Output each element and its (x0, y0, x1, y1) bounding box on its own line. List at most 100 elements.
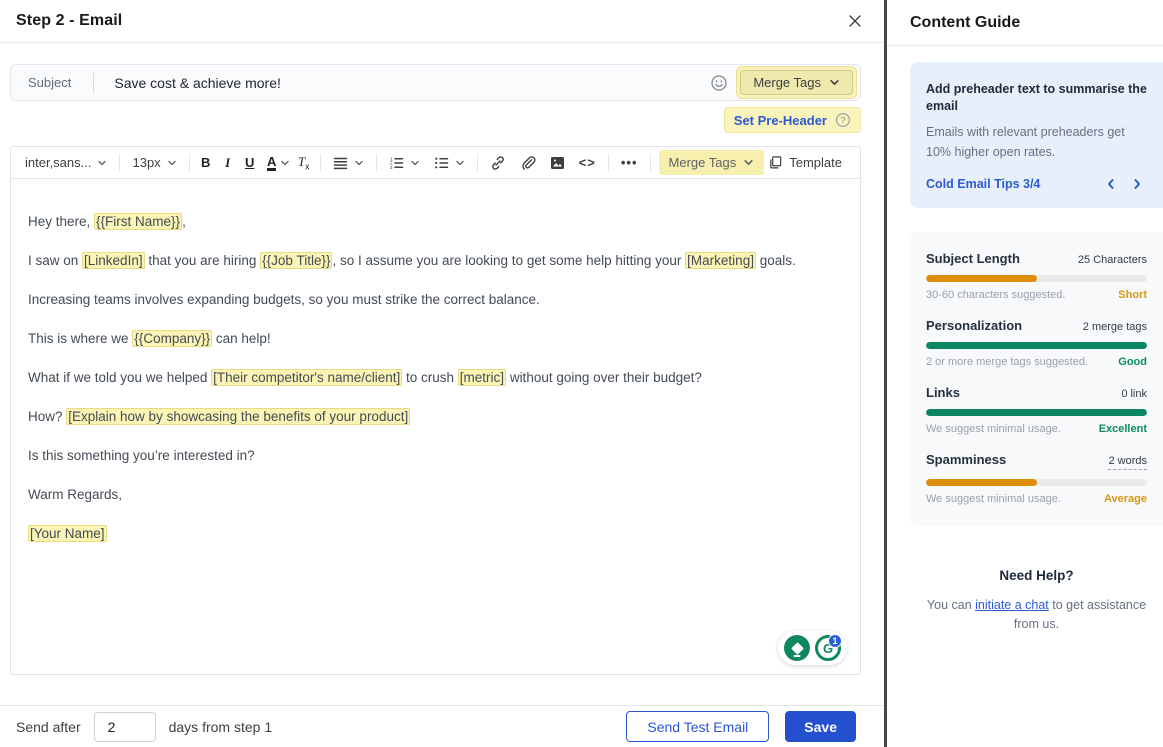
underline-icon[interactable]: U (242, 155, 258, 170)
font-size-select[interactable]: 13px (128, 152, 180, 173)
text-segment: goals. (756, 253, 796, 268)
merge-tag-highlight[interactable]: {{First Name}} (94, 213, 182, 230)
clear-formatting-icon[interactable]: Tx (296, 154, 312, 172)
metric-progress-fill (926, 342, 1147, 349)
merge-tag-highlight[interactable]: [LinkedIn] (82, 252, 145, 269)
help-icon[interactable]: ? (835, 112, 851, 128)
link-icon (490, 155, 506, 171)
send-after-label: Send after (16, 719, 81, 735)
template-button[interactable]: Template (768, 155, 842, 170)
align-icon (333, 156, 348, 170)
insert-link-button[interactable] (486, 152, 510, 174)
text-segment: , (182, 214, 186, 229)
text-segment: to crush (402, 370, 458, 385)
close-icon[interactable] (844, 10, 866, 32)
help-box: Need Help? You can initiate a chat to ge… (910, 568, 1163, 635)
editor-paragraph[interactable]: How? [Explain how by showcasing the bene… (28, 408, 840, 425)
editor-paragraph[interactable]: What if we told you we helped [Their com… (28, 369, 840, 386)
help-title: Need Help? (910, 568, 1163, 583)
merge-tag-highlight[interactable]: {{Job Title}} (260, 252, 332, 269)
modal-header: Step 2 - Email (0, 0, 884, 43)
editor-paragraph[interactable]: I saw on [LinkedIn] that you are hiring … (28, 252, 840, 269)
content-guide-panel: Content Guide Add preheader text to summ… (887, 0, 1163, 747)
metric-status: Excellent (1099, 423, 1147, 435)
editor-paragraph[interactable]: Warm Regards, (28, 486, 840, 503)
editor-paragraph[interactable]: [Your Name] (28, 525, 840, 542)
chevron-down-icon (455, 158, 465, 168)
save-button[interactable]: Save (785, 711, 856, 742)
merge-tag-highlight[interactable]: [metric] (458, 369, 506, 386)
metric-progress-bar (926, 342, 1147, 349)
toolbar-merge-tags-button[interactable]: Merge Tags (659, 150, 765, 175)
merge-tag-highlight[interactable]: [Their competitor's name/client] (211, 369, 402, 386)
ellipsis-icon: ••• (621, 155, 638, 170)
insert-code-button[interactable]: <> (575, 152, 600, 173)
svg-text:3: 3 (390, 165, 393, 170)
email-body-editor: inter,sans... 13px B I U A Tx (10, 146, 861, 675)
emoji-icon[interactable] (710, 74, 728, 92)
metric-hint: We suggest minimal usage. (926, 493, 1061, 505)
metric-value: 25 Characters (1078, 254, 1147, 266)
numbered-list-icon: 123 (389, 156, 404, 170)
metric-progress-fill (926, 479, 1037, 486)
chevron-down-icon (410, 158, 420, 168)
more-options-button[interactable]: ••• (617, 152, 642, 173)
send-test-email-button[interactable]: Send Test Email (626, 711, 769, 742)
metric-value: 2 words (1108, 455, 1147, 470)
bold-icon[interactable]: B (198, 155, 214, 170)
insert-image-button[interactable] (546, 153, 569, 173)
italic-icon[interactable]: I (220, 155, 236, 171)
subject-merge-tags-button[interactable]: Merge Tags (740, 70, 853, 95)
chevron-left-icon[interactable] (1105, 178, 1117, 190)
text-color-icon[interactable]: A (264, 154, 280, 171)
compose-footer: Send after days from step 1 Send Test Em… (0, 705, 884, 747)
metrics-list: Subject Length25 Characters30-60 charact… (910, 232, 1163, 526)
tip-title: Add preheader text to summarise the emai… (926, 81, 1147, 115)
subject-input[interactable]: Save cost & achieve more! (114, 75, 710, 91)
grammarly-logo-icon[interactable]: G 1 (815, 635, 841, 661)
editor-paragraph[interactable]: Is this something you’re interested in? (28, 447, 840, 464)
metric-progress-bar (926, 409, 1147, 416)
editor-paragraph[interactable]: Increasing teams involves expanding budg… (28, 291, 840, 308)
merge-tag-highlight[interactable]: {{Company}} (132, 330, 212, 347)
editor-body[interactable]: Hey there, {{First Name}}, I saw on [Link… (11, 179, 860, 676)
text-segment: I saw on (28, 253, 82, 268)
numbered-list-select[interactable]: 123 (385, 153, 424, 173)
chevron-down-icon (167, 158, 177, 168)
editor-paragraph[interactable]: Hey there, {{First Name}}, (28, 213, 840, 230)
initiate-chat-link[interactable]: initiate a chat (975, 598, 1049, 612)
clear-x: x (305, 161, 310, 171)
chevron-down-icon[interactable] (280, 158, 290, 168)
metric-hint: 30-60 characters suggested. (926, 289, 1065, 301)
attachment-button[interactable] (516, 152, 540, 174)
chevron-down-icon (97, 158, 107, 168)
email-compose-panel: Step 2 - Email Subject Save cost & achie… (0, 0, 884, 747)
merge-tag-highlight[interactable]: [Explain how by showcasing the benefits … (66, 408, 410, 425)
align-select[interactable] (329, 153, 368, 173)
merge-tags-label: Merge Tags (669, 155, 737, 170)
text-segment: Hey there, (28, 214, 94, 229)
metric-status: Good (1118, 356, 1147, 368)
paperclip-icon (520, 155, 536, 171)
merge-tag-highlight[interactable]: [Your Name] (28, 525, 107, 542)
chevron-down-icon (354, 158, 364, 168)
text-segment: Warm Regards, (28, 487, 122, 502)
cold-email-tips-link[interactable]: Cold Email Tips 3/4 (926, 177, 1040, 191)
set-preheader-link[interactable]: Set Pre-Header (734, 113, 827, 128)
subject-label: Subject (11, 75, 71, 90)
editor-paragraph[interactable]: This is where we {{Company}} can help! (28, 330, 840, 347)
bullet-list-select[interactable] (430, 153, 469, 173)
grammarly-suggestion-icon[interactable] (784, 635, 810, 661)
bullet-list-icon (434, 156, 449, 170)
days-input[interactable] (94, 712, 156, 742)
editor-toolbar: inter,sans... 13px B I U A Tx (11, 147, 860, 179)
font-family-value: inter,sans... (25, 155, 91, 170)
font-family-select[interactable]: inter,sans... (21, 152, 111, 173)
metric-label: Personalization (926, 318, 1022, 333)
chevron-down-icon (743, 157, 754, 168)
chevron-down-icon (829, 77, 840, 88)
metric-progress-bar (926, 479, 1147, 486)
merge-tag-highlight[interactable]: [Marketing] (685, 252, 756, 269)
toolbar-separator (376, 154, 377, 172)
chevron-right-icon[interactable] (1131, 178, 1143, 190)
